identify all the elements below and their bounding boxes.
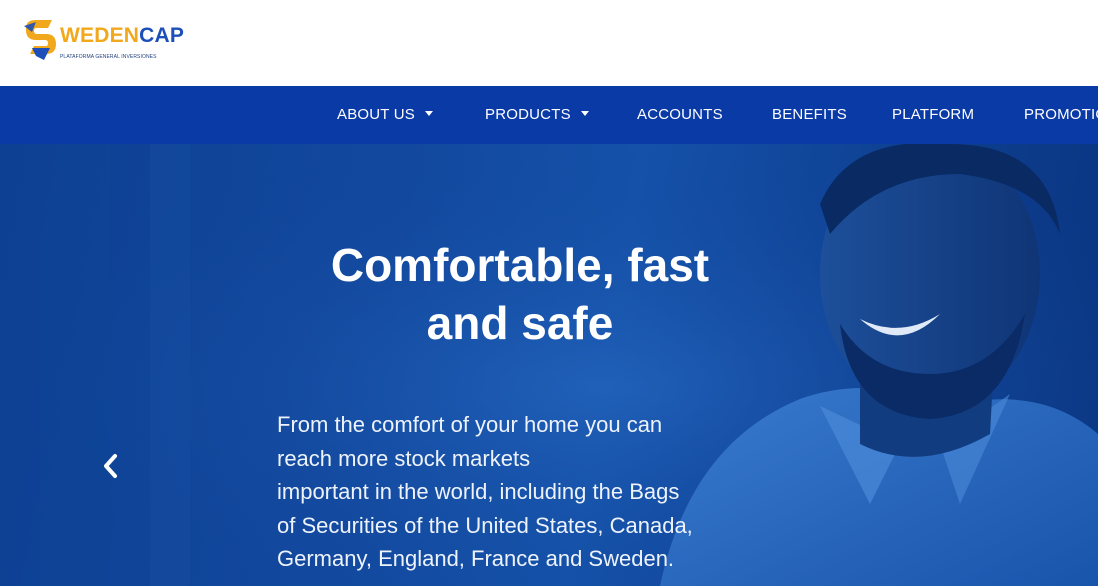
logo-mark-icon (24, 20, 56, 60)
hero-description-line: of Securities of the United States, Cana… (277, 512, 693, 538)
hero-description-line: From the comfort of your home you can (277, 412, 663, 437)
nav-item-label: PLATFORM (892, 106, 975, 123)
hero-description-line: Germany, England, France and Sweden. (277, 546, 675, 571)
nav-item-label: BENEFITS (772, 106, 847, 123)
logo-tagline: PLATAFORMA GENERAL INVERSIONES (60, 54, 157, 60)
nav-item-about-us[interactable]: ABOUT US (337, 86, 434, 144)
logo[interactable]: WEDENCAP PLATAFORMA GENERAL INVERSIONES (22, 18, 192, 66)
nav-item-label: ABOUT US (337, 106, 416, 123)
hero-description-line: reach more stock markets (277, 445, 531, 471)
carousel-prev-button[interactable] (96, 449, 124, 483)
logo-wordmark: WEDENCAP (60, 24, 185, 47)
hero-slide: Comfortable, fast and safe From the comf… (0, 144, 1098, 586)
caret-down-icon (425, 110, 434, 116)
nav-item-benefits[interactable]: BENEFITS (772, 86, 847, 144)
caret-down-icon (580, 110, 589, 116)
nav-item-label: PROMOTIO (1024, 106, 1098, 123)
chevron-left-icon (104, 454, 117, 478)
hero-title-line: Comfortable, fast (330, 239, 710, 291)
nav-item-label: PRODUCTS (485, 106, 571, 123)
nav-item-promotions[interactable]: PROMOTIO (1024, 86, 1098, 144)
main-nav: ABOUT US PRODUCTS ACCOUNTS BENEFITS PLAT… (0, 86, 1098, 144)
hero-title-line: and safe (426, 297, 614, 349)
nav-item-platform[interactable]: PLATFORM (892, 86, 974, 144)
site-header: WEDENCAP PLATAFORMA GENERAL INVERSIONES (0, 0, 1098, 86)
hero-title: Comfortable, fast and safe (290, 236, 750, 352)
hero-description: From the comfort of your home you can re… (277, 408, 747, 576)
nav-item-accounts[interactable]: ACCOUNTS (637, 86, 723, 144)
hero-description-line: important in the world, including the Ba… (277, 479, 680, 504)
nav-item-products[interactable]: PRODUCTS (485, 86, 589, 144)
nav-item-label: ACCOUNTS (637, 106, 723, 123)
